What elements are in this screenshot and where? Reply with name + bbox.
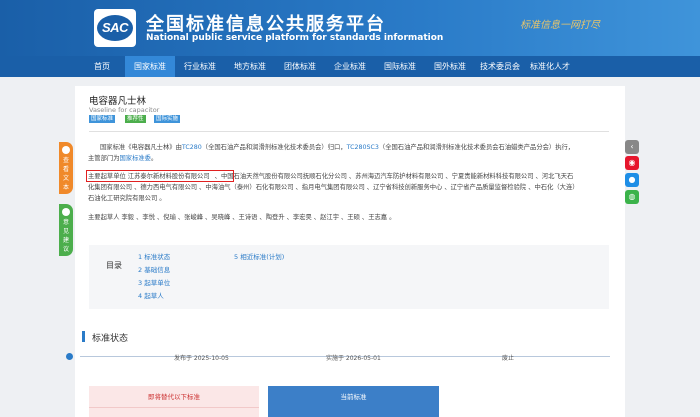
view-text-label: 查看文本 [62, 157, 69, 191]
nav-item-talent[interactable]: 标准化人才 [525, 56, 575, 77]
intro-text: 主管部门为 [88, 155, 120, 162]
nav-item-national[interactable]: 国家标准 [125, 56, 175, 77]
intro-text: 国家标准《电容器凡士林》由 [100, 144, 182, 151]
drafting-units-line3: 石油化工研究院有限公司 。 [88, 195, 166, 202]
drafting-units-rest: 、中国石油天然气股份有限公司抚顺石化分公司 、苏州海迈汽车防护材料有限公司 、宁… [214, 173, 574, 180]
document-icon [62, 146, 70, 154]
wechat-icon[interactable]: ◍ [625, 190, 639, 204]
qq-icon[interactable]: ● [625, 173, 639, 187]
tag-international-implementation: 国际实施 [154, 115, 181, 123]
standard-title: 电容器凡士林 [89, 96, 147, 107]
nav-item-industry[interactable]: 行业标准 [175, 56, 225, 77]
status-heading-bar [82, 331, 85, 342]
nav-item-group[interactable]: 团体标准 [275, 56, 325, 77]
toc-label: 目录 [106, 261, 122, 270]
tag-national: 国家标准 [89, 115, 116, 123]
tag-recommended: 推荐性 [125, 115, 146, 123]
standard-title-en: Vaseline for capacitor [89, 106, 160, 114]
main-nav: 首页 国家标准 行业标准 地方标准 团体标准 企业标准 国际标准 国外标准 技术… [0, 56, 700, 77]
view-text-tab[interactable]: 查看文本 [59, 142, 73, 194]
header-divider [89, 131, 609, 132]
drafters: 主要起草人 李毅 、李悦 、倪瑜 、张峻峰 、吴晓峰 、王诗语 、陶登升 、李宏… [88, 214, 396, 221]
tc280sc3-link[interactable]: TC280SC3 [347, 144, 379, 151]
timeline-abolished: 废止 [502, 355, 515, 362]
toc-item-drafting-units[interactable]: 3 起草单位 [138, 277, 170, 287]
status-heading: 标准状态 [92, 334, 129, 344]
current-standard-heading: 当前标准 [340, 393, 367, 401]
drafting-units-line2: 化集团有限公司 、德力西电气有限公司 、中海油气（泰州）石化有限公司 、指月电气… [88, 184, 579, 191]
nav-item-home[interactable]: 首页 [79, 56, 125, 77]
timeline-implemented: 实施于 2026-05-01 [326, 355, 381, 362]
nav-item-international[interactable]: 国际标准 [375, 56, 425, 77]
site-subtitle: National public service platform for sta… [146, 33, 444, 43]
timeline-start-dot [66, 353, 73, 360]
feedback-label: 意见建议 [62, 219, 69, 253]
share-collapse-icon[interactable]: ‹ [625, 140, 639, 154]
intro-text: （全国石油产品和润滑剂标准化技术委员会）归口， [201, 144, 347, 151]
intro-text: （全国石油产品和润滑剂标准化技术委员会石油蜡类产品分会）执行， [378, 144, 575, 151]
intro-line2: 主管部门为国家标准委。 [88, 153, 157, 164]
toc-item-status[interactable]: 1 标准状态 [138, 251, 170, 261]
nav-item-foreign[interactable]: 国外标准 [425, 56, 475, 77]
drafting-units-highlighted: 主要起草单位 江苏泰尔新材料股份有限公司 [88, 173, 210, 180]
intro-line1: 国家标准《电容器凡士林》由TC280（全国石油产品和润滑剂标准化技术委员会）归口… [100, 142, 615, 153]
feedback-icon [62, 208, 70, 216]
toc-item-basic-info[interactable]: 2 基础信息 [138, 264, 170, 274]
nav-item-local[interactable]: 地方标准 [225, 56, 275, 77]
weibo-icon[interactable]: ◉ [625, 156, 639, 170]
toc-item-similar[interactable]: 5 相近标准(计划) [234, 251, 284, 261]
nav-item-enterprise[interactable]: 企业标准 [325, 56, 375, 77]
site-slogan: 标准信息一网打尽 [520, 20, 600, 31]
tc280-link[interactable]: TC280 [182, 144, 202, 151]
intro-text: 。 [150, 155, 158, 162]
logo-text: SAC [102, 20, 128, 35]
toc-item-drafters[interactable]: 4 起草人 [138, 290, 164, 300]
nav-item-committee[interactable]: 技术委员会 [475, 56, 525, 77]
drafting-units-line1: 主要起草单位 江苏泰尔新材料股份有限公司 、中国石油天然气股份有限公司抚顺石化分公… [88, 171, 573, 182]
sac-logo[interactable]: SAC [94, 9, 136, 47]
replaced-standards-heading: 即将替代以下标准 [89, 386, 259, 408]
timeline-published: 发布于 2025-10-05 [174, 355, 229, 362]
department-link[interactable]: 国家标准委 [119, 155, 150, 162]
feedback-tab[interactable]: 意见建议 [59, 204, 73, 256]
